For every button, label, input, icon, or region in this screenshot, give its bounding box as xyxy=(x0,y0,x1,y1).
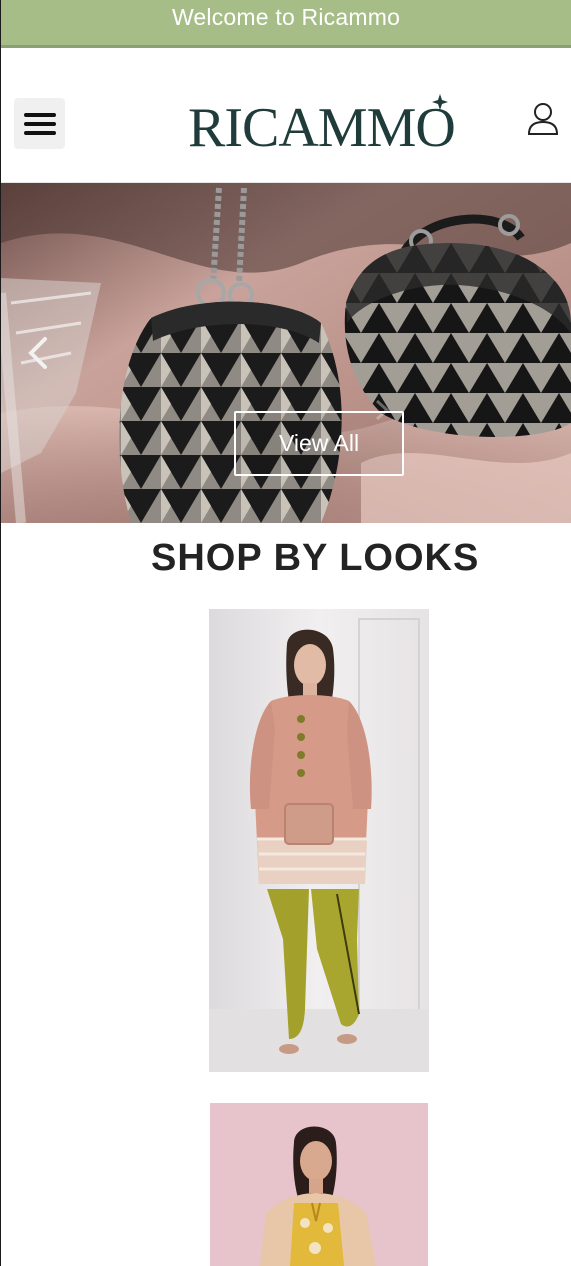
hamburger-menu-icon xyxy=(23,112,56,117)
logo-wordmark: RICAMMO xyxy=(188,94,456,159)
look-photo-blush-kurta xyxy=(209,609,429,1072)
announcement-text: Welcome to Ricammo xyxy=(171,4,401,30)
chevron-left-icon[interactable] xyxy=(23,335,53,371)
section-title: SHOP BY LOOKS xyxy=(151,537,480,579)
view-all-button[interactable]: View All xyxy=(234,411,404,476)
site-header: RICAMMO xyxy=(1,48,571,183)
logo-text: RICAMMO xyxy=(188,97,455,153)
hamburger-line xyxy=(23,130,56,135)
account-button[interactable] xyxy=(527,102,559,136)
hamburger-line xyxy=(23,121,56,126)
look-photo-yellow-embroidered xyxy=(210,1103,428,1266)
menu-button[interactable] xyxy=(14,98,65,149)
hero-banner[interactable]: View All xyxy=(1,183,571,523)
announcement-bar: Welcome to Ricammo xyxy=(1,0,571,48)
look-card[interactable] xyxy=(209,609,429,1072)
user-icon xyxy=(527,103,559,135)
view-all-label: View All xyxy=(278,430,360,456)
look-card[interactable] xyxy=(210,1103,428,1266)
site-logo[interactable]: RICAMMO xyxy=(188,91,458,159)
